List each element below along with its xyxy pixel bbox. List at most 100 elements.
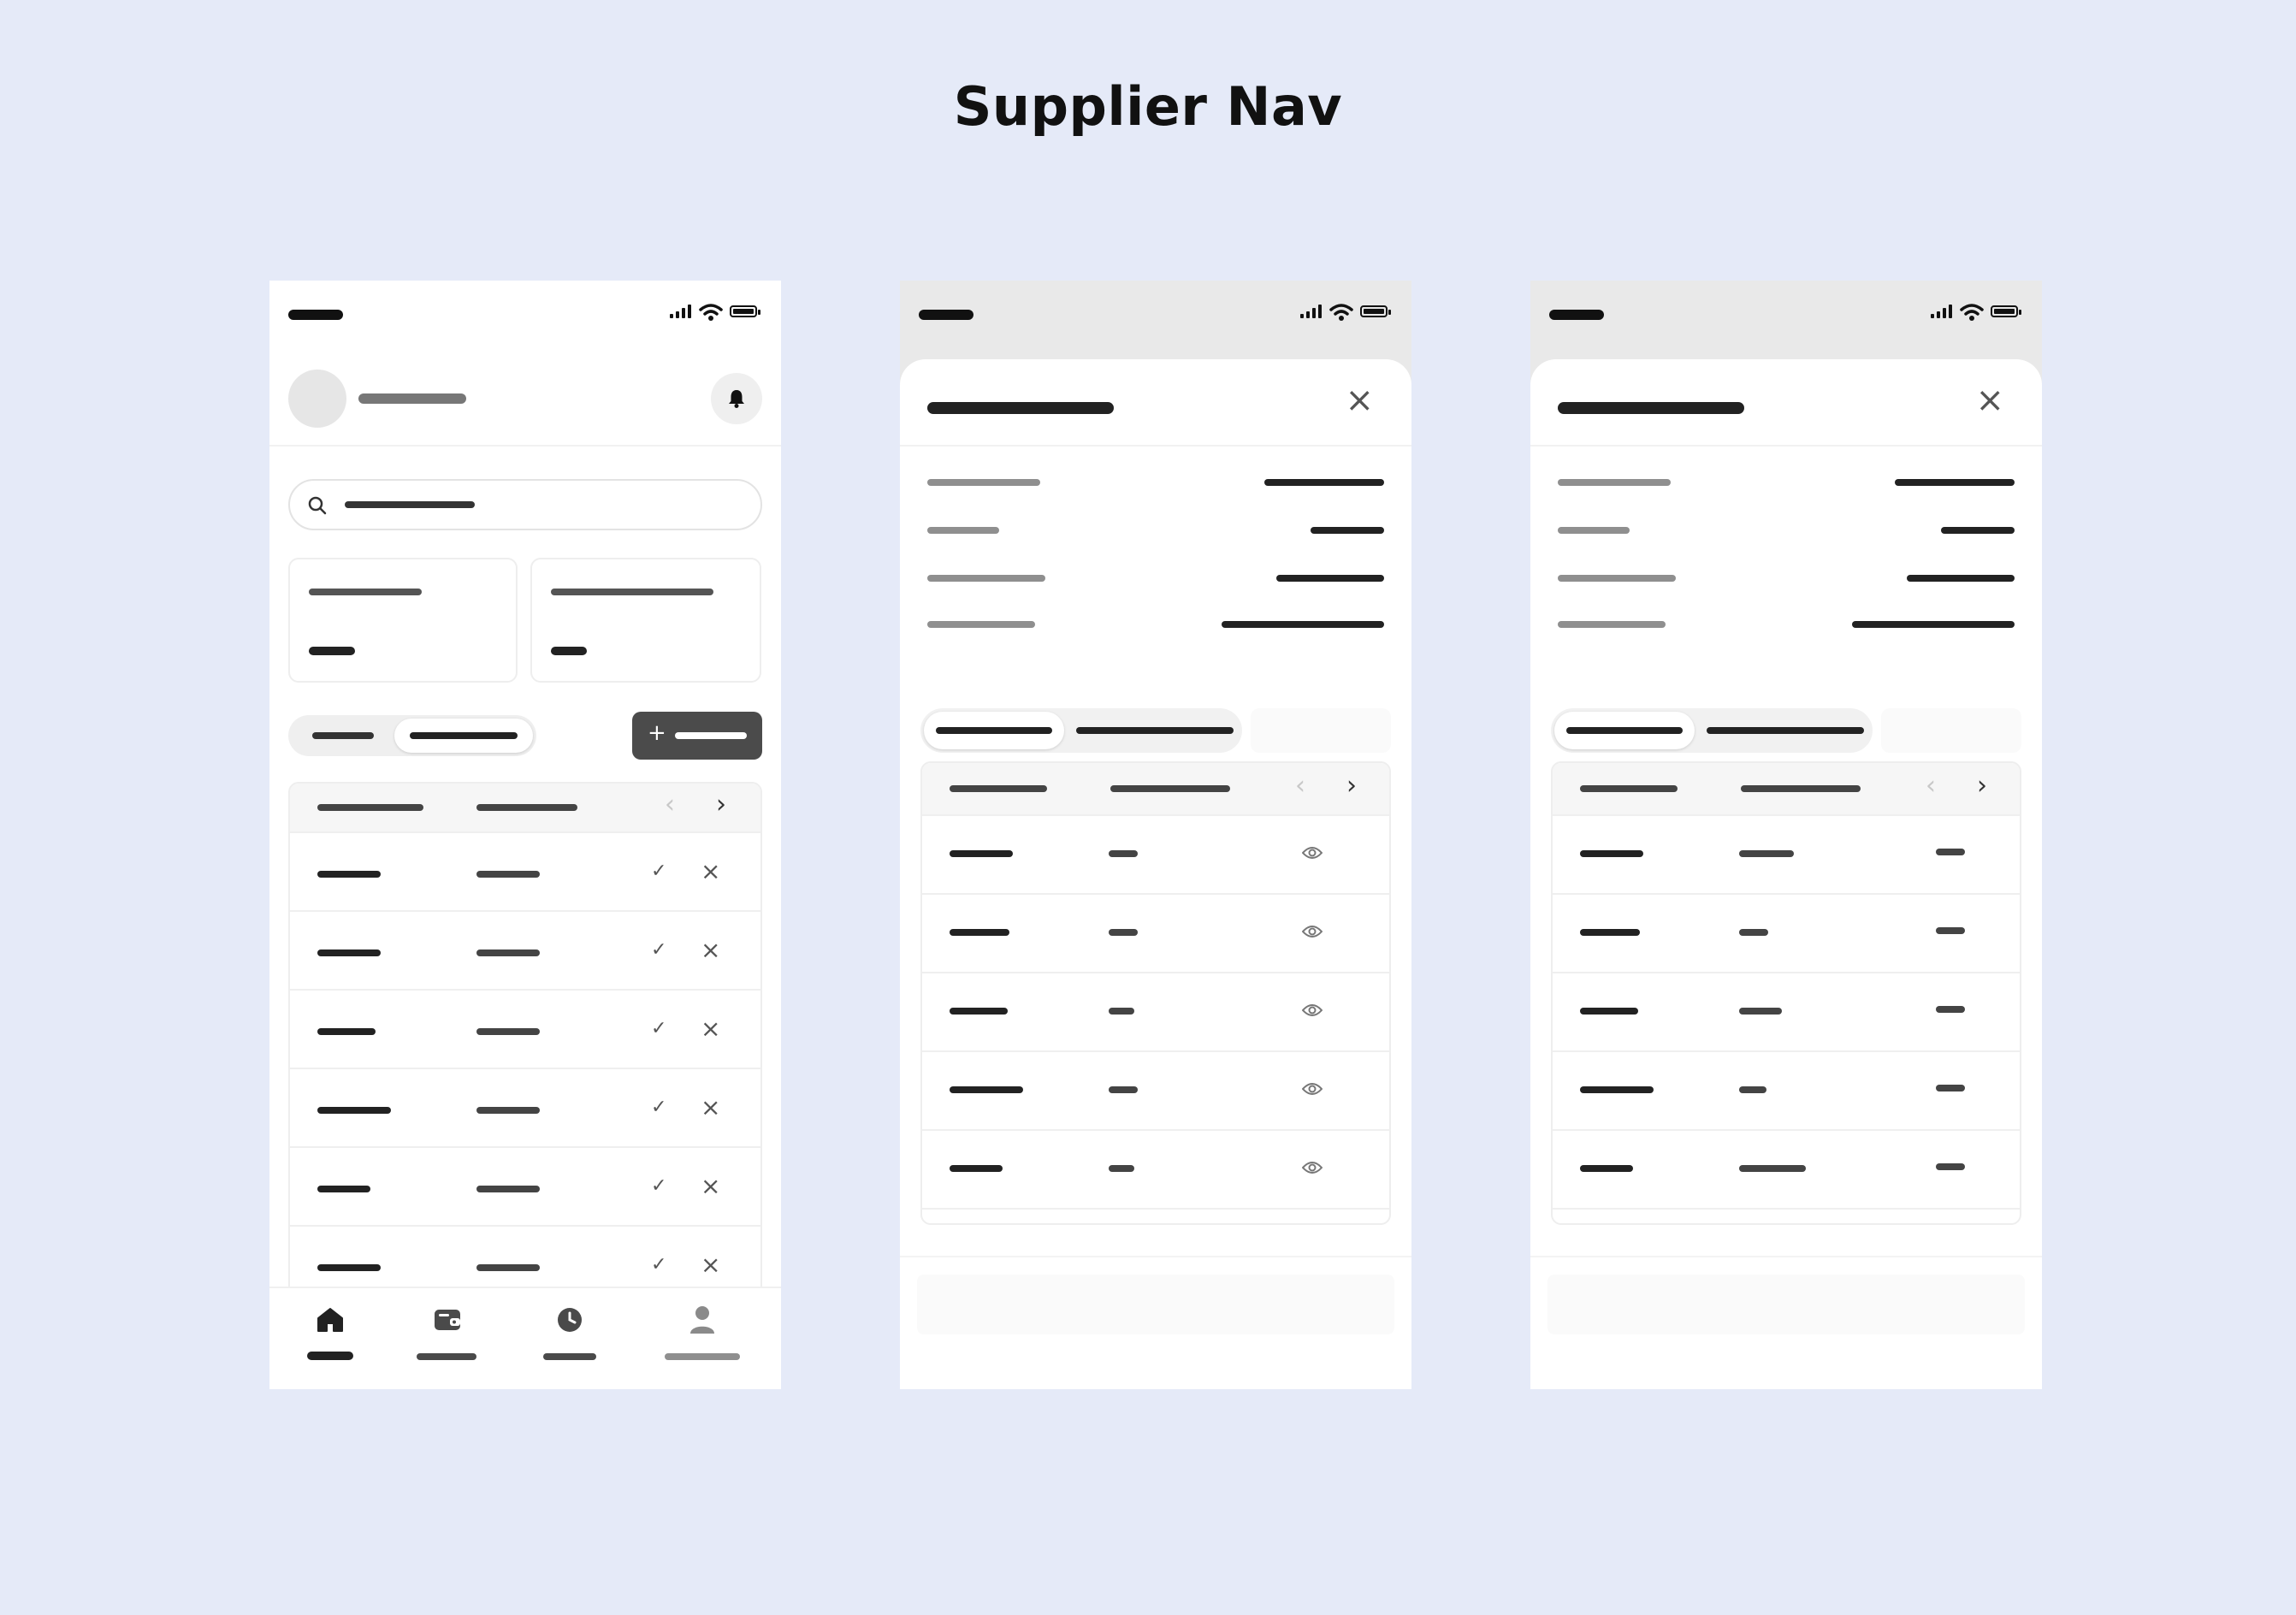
user-icon [690, 1306, 714, 1334]
row-value [1109, 1165, 1134, 1172]
search-input[interactable] [288, 479, 762, 530]
row-name [317, 1107, 391, 1114]
eye-icon[interactable] [1301, 924, 1323, 944]
close-icon[interactable]: × [701, 1253, 720, 1277]
tab-second[interactable] [1695, 708, 1873, 753]
stat-card-2[interactable] [530, 558, 761, 683]
check-icon[interactable]: ✓ [651, 862, 666, 881]
bell-icon [729, 390, 744, 408]
close-icon[interactable]: × [1345, 383, 1374, 417]
table-row [1553, 972, 2020, 1052]
row-name [1580, 1008, 1638, 1015]
tab-first[interactable] [924, 712, 1064, 749]
battery-icon [730, 305, 760, 317]
tab-first[interactable] [1554, 712, 1695, 749]
chevron-right-icon[interactable]: › [1346, 773, 1357, 799]
row-value [476, 949, 540, 956]
row-name [950, 1008, 1008, 1015]
eye-icon[interactable] [1301, 1160, 1323, 1180]
eye-icon[interactable] [1301, 1003, 1323, 1022]
add-supplier-button[interactable]: + [632, 712, 762, 760]
check-icon[interactable]: ✓ [651, 941, 666, 960]
tab-second[interactable] [1064, 708, 1242, 753]
table-row [922, 814, 1389, 895]
nav-profile[interactable] [665, 1288, 740, 1389]
check-icon[interactable]: ✓ [651, 1256, 666, 1275]
header-divider [269, 445, 781, 447]
row-name [950, 1086, 1023, 1093]
nav-history[interactable] [543, 1288, 596, 1389]
notifications-button[interactable] [711, 373, 762, 424]
row-name [950, 929, 1009, 936]
chevron-right-icon[interactable]: › [716, 792, 726, 818]
table-row: ✓ × [290, 831, 760, 912]
stat-label [309, 589, 422, 595]
sheet-footer [900, 1256, 1411, 1389]
table-row: ✓ × [290, 1068, 760, 1148]
chevron-left-icon[interactable]: ‹ [665, 792, 675, 818]
status-icons [1300, 301, 1393, 322]
table-row: ✓ × [290, 1146, 760, 1227]
sheet-title [927, 402, 1114, 414]
status-time [919, 310, 973, 320]
table-row [1553, 893, 2020, 973]
page-title: Supplier Nav [953, 75, 1343, 138]
nav-wallet[interactable] [415, 1288, 480, 1389]
chevron-right-icon[interactable]: › [1977, 773, 1987, 799]
status-time [288, 310, 343, 320]
close-icon[interactable]: × [701, 938, 720, 962]
detail-table: ‹ › [1551, 761, 2021, 1225]
segmented-control [1551, 708, 1873, 753]
chevron-left-icon[interactable]: ‹ [1926, 773, 1936, 799]
close-icon[interactable]: × [701, 1096, 720, 1120]
check-icon[interactable]: ✓ [651, 1020, 666, 1038]
tab-first[interactable] [288, 715, 394, 756]
tab-second[interactable] [394, 719, 533, 753]
bottom-nav [269, 1287, 781, 1389]
footer-button[interactable] [1547, 1275, 2025, 1334]
row-value [1109, 1008, 1134, 1015]
detail-table: ‹ › [920, 761, 1391, 1225]
check-icon[interactable]: ✓ [651, 1177, 666, 1196]
footer-button[interactable] [917, 1275, 1394, 1334]
row-name [1580, 1086, 1654, 1093]
chevron-left-icon[interactable]: ‹ [1295, 773, 1305, 799]
row-name [317, 1186, 370, 1192]
status-icons [670, 301, 762, 322]
close-icon[interactable]: × [701, 860, 720, 884]
battery-icon [1360, 305, 1391, 317]
table-row [922, 893, 1389, 973]
segmented-control [288, 715, 536, 756]
row-status [1936, 1006, 1965, 1013]
row-value [1109, 1086, 1138, 1093]
eye-icon[interactable] [1301, 1081, 1323, 1101]
row-value [1739, 1008, 1782, 1015]
row-name [1580, 929, 1640, 936]
close-icon[interactable]: × [1975, 383, 2004, 417]
phone-supplier-detail-status: × ‹ › [1530, 281, 2042, 1389]
close-icon[interactable]: × [701, 1017, 720, 1041]
row-name [950, 850, 1013, 857]
close-icon[interactable]: × [701, 1174, 720, 1198]
sheet-footer [1530, 1256, 2042, 1389]
signal-icon [670, 305, 692, 318]
avatar[interactable] [288, 370, 346, 428]
table-row [1553, 814, 2020, 895]
table-row [922, 1208, 1389, 1223]
nav-home[interactable] [295, 1288, 365, 1389]
sheet-title [1558, 402, 1744, 414]
stat-value [551, 647, 587, 655]
wallet-icon [435, 1310, 460, 1330]
eye-icon[interactable] [1301, 845, 1323, 865]
table-row [1553, 1129, 2020, 1210]
row-value [1109, 929, 1138, 936]
wifi-icon [699, 304, 723, 321]
row-name [317, 1264, 381, 1271]
table-row [1553, 1050, 2020, 1131]
detail-sheet: × ‹ › [1530, 359, 2042, 1389]
row-status [1936, 1085, 1965, 1091]
username-placeholder [358, 393, 466, 404]
row-name [317, 1028, 376, 1035]
stat-card-1[interactable] [288, 558, 518, 683]
check-icon[interactable]: ✓ [651, 1098, 666, 1117]
